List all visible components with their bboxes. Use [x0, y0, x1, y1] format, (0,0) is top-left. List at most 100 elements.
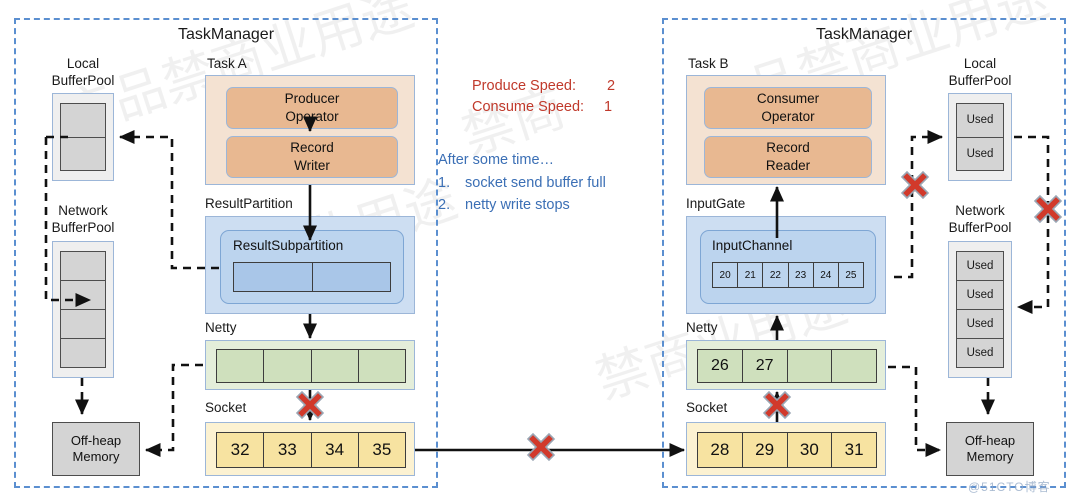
socket-cell: 28	[698, 433, 743, 467]
note-item-1-number: 1.	[438, 175, 451, 191]
record-reader-box: Record Reader	[704, 136, 872, 178]
pool-cell: Used	[957, 252, 1003, 281]
input-channel-label: InputChannel	[712, 238, 793, 253]
left-offheap-memory: Off-heap Memory	[52, 422, 140, 476]
consume-speed-label: Consume Speed:	[472, 99, 585, 115]
left-netty-box	[205, 340, 415, 390]
input-channel-cell: 23	[789, 263, 814, 287]
producer-operator-box: Producer Operator	[226, 87, 398, 129]
right-task-caption: Task B	[688, 56, 729, 71]
buffer-cell	[234, 263, 313, 291]
taskmanager-left-title: TaskManager	[177, 26, 275, 43]
netty-cell	[217, 350, 265, 382]
taskmanager-right-title: TaskManager	[815, 26, 913, 43]
pool-cell: Used	[966, 147, 994, 160]
netty-cell: 27	[743, 350, 788, 382]
netty-cell	[832, 350, 876, 382]
left-netty-cells	[216, 349, 406, 383]
input-channel-cell: 22	[763, 263, 789, 287]
produce-speed-label: Produce Speed:	[472, 78, 576, 94]
right-local-pool-label-line1: Local	[963, 56, 997, 71]
result-partition-box: ResultSubpartition	[205, 216, 415, 314]
pool-cell: Used	[957, 281, 1003, 310]
right-network-pool-label-line1: Network	[955, 203, 1005, 218]
right-socket-box: 28 29 30 31	[686, 422, 886, 476]
producer-operator-line1: Producer	[284, 91, 340, 107]
right-netty-cells: 26 27	[697, 349, 877, 383]
right-socket-caption: Socket	[686, 400, 728, 415]
left-socket-cells: 32 33 34 35	[216, 432, 406, 468]
left-local-buffer-pool	[52, 93, 114, 181]
netty-cell: 26	[698, 350, 743, 382]
right-socket-cells: 28 29 30 31	[697, 432, 877, 468]
consumer-operator-line2: Operator	[761, 109, 815, 124]
right-offheap-line1: Off-heap	[964, 432, 1016, 448]
note-heading: After some time…	[438, 152, 555, 168]
input-channel-cell: 25	[845, 269, 857, 281]
buffer-cell	[313, 263, 391, 291]
consume-speed-value: 1	[604, 99, 613, 115]
netty-cell	[788, 350, 833, 382]
right-network-pool-label-line2: BufferPool	[948, 220, 1012, 235]
pool-cell: Used	[957, 104, 1003, 138]
left-socket-box: 32 33 34 35	[205, 422, 415, 476]
result-partition-caption: ResultPartition	[205, 196, 293, 211]
input-channel-cell: 20	[713, 263, 739, 287]
pool-cell: Used	[966, 347, 994, 359]
netty-cell	[312, 350, 359, 382]
consumer-operator-line1: Consumer	[756, 91, 820, 107]
record-writer-box: Record Writer	[226, 136, 398, 178]
right-local-buffer-pool: Used Used	[948, 93, 1012, 181]
left-network-pool-label-line2: BufferPool	[51, 220, 115, 235]
socket-cell: 29	[743, 433, 788, 467]
result-subpartition-box: ResultSubpartition	[220, 230, 404, 304]
left-local-pool-label-line1: Local	[66, 56, 100, 71]
input-channel-box: InputChannel 20 21 22 23 24 25	[700, 230, 876, 304]
pool-cell	[61, 252, 105, 281]
left-local-pool-label-line2: BufferPool	[51, 73, 115, 88]
left-network-pool-label-line1: Network	[58, 203, 108, 218]
pool-cell	[61, 339, 105, 367]
socket-cell: 35	[372, 440, 392, 459]
record-writer-line2: Writer	[294, 158, 330, 173]
netty-cell	[264, 350, 312, 382]
left-offheap-line2: Memory	[72, 449, 120, 464]
socket-cell: 33	[264, 433, 312, 467]
left-offheap-line1: Off-heap	[70, 432, 122, 448]
result-subpartition-cells	[233, 262, 391, 292]
record-writer-line1: Record	[290, 140, 334, 156]
producer-operator-line2: Operator	[285, 109, 339, 124]
left-network-pool-cells	[60, 251, 106, 368]
input-channel-cell: 21	[738, 263, 764, 287]
record-reader-line2: Reader	[765, 158, 811, 173]
result-subpartition-label: ResultSubpartition	[233, 238, 344, 253]
brand-watermark: @51CTO博客	[968, 480, 1051, 494]
right-network-buffer-pool: Used Used Used Used	[948, 241, 1012, 378]
left-task-caption: Task A	[207, 56, 247, 71]
note-item-1: socket send buffer full	[465, 175, 606, 191]
task-a-box: Producer Operator Record Writer	[205, 75, 415, 185]
right-netty-box: 26 27	[686, 340, 886, 390]
blocked-marker-network-link	[526, 432, 556, 462]
right-offheap-line2: Memory	[966, 449, 1014, 464]
left-netty-caption: Netty	[205, 320, 237, 335]
socket-cell: 31	[844, 440, 864, 459]
left-network-buffer-pool	[52, 241, 114, 378]
netty-cell	[359, 350, 405, 382]
task-b-box: Consumer Operator Record Reader	[686, 75, 886, 185]
right-offheap-memory: Off-heap Memory	[946, 422, 1034, 476]
input-channel-cells: 20 21 22 23 24 25	[712, 262, 864, 288]
input-gate-box: InputChannel 20 21 22 23 24 25	[686, 216, 886, 314]
note-item-2-number: 2.	[438, 197, 451, 213]
right-local-pool-cells: Used Used	[956, 103, 1004, 171]
diagram-canvas: 产品禁商业用途 禁商业用途 产品禁商业用途 禁商业用途 禁商 TaskManag…	[0, 0, 1080, 502]
left-local-pool-cells	[60, 103, 106, 171]
pool-cell	[61, 138, 105, 171]
pool-cell	[61, 281, 105, 310]
pool-cell	[61, 104, 105, 138]
note-item-2: netty write stops	[465, 197, 570, 213]
socket-cell: 32	[217, 433, 265, 467]
pool-cell: Used	[957, 310, 1003, 339]
input-channel-cell: 24	[814, 263, 839, 287]
left-socket-caption: Socket	[205, 400, 247, 415]
